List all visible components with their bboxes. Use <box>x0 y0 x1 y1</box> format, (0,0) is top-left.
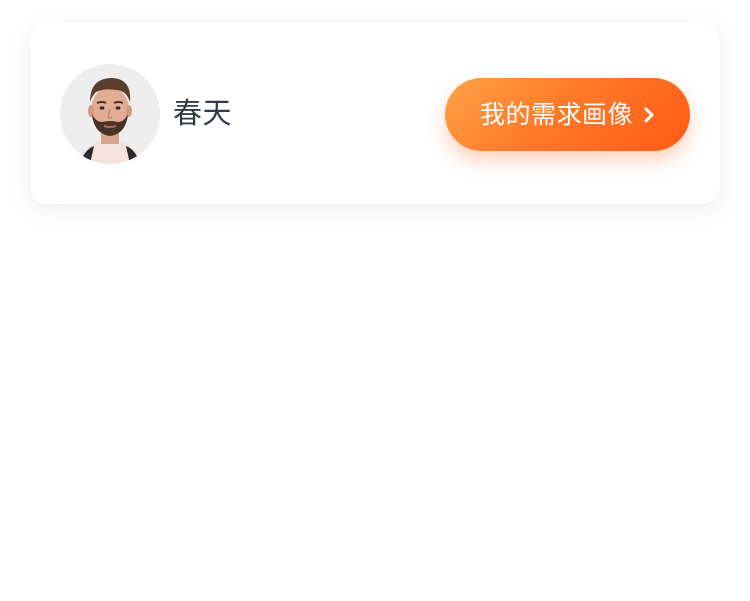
user-card: 春天 我的需求画像 <box>30 23 720 204</box>
avatar[interactable] <box>60 64 160 164</box>
avatar-photo <box>60 64 160 164</box>
chevron-right-icon <box>644 107 654 122</box>
demand-profile-button[interactable]: 我的需求画像 <box>445 78 690 151</box>
demand-profile-button-label: 我的需求画像 <box>479 100 633 129</box>
username: 春天 <box>173 96 233 130</box>
